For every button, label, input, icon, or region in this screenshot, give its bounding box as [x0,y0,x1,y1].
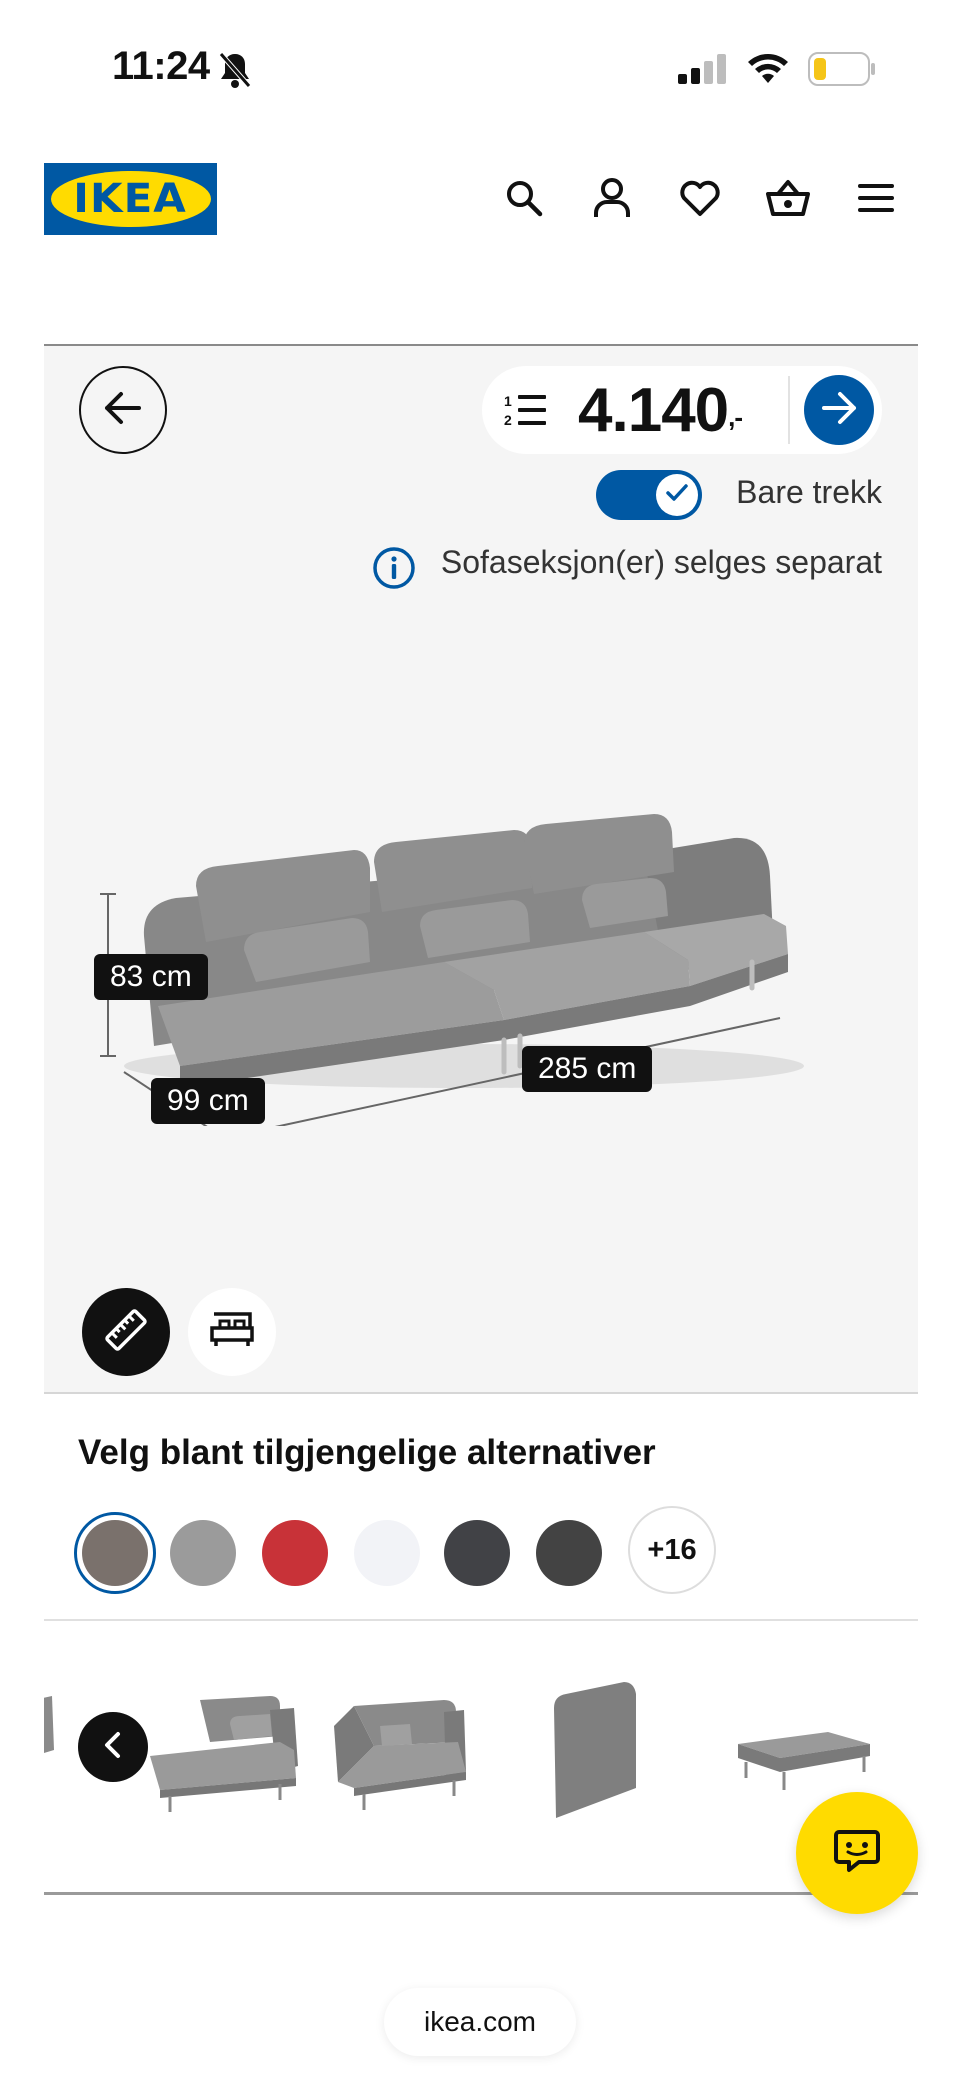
price-summary[interactable]: 12 4.140,- [482,366,882,454]
chat-button[interactable] [796,1792,918,1914]
color-swatch-5[interactable] [444,1520,510,1586]
dimension-width: 285 cm [522,1046,653,1092]
search-icon[interactable] [496,170,552,226]
chat-icon [833,1828,881,1879]
cover-only-toggle[interactable] [596,470,702,520]
heart-icon[interactable] [672,170,728,226]
carousel-item-footstool[interactable] [728,1710,878,1800]
divider [44,1619,918,1621]
toggle-label: Bare trekk [736,474,882,510]
toggle-knob [656,474,698,516]
browser-url-bar[interactable]: ikea.com [384,1988,576,2056]
arrow-left-icon [103,390,143,431]
bell-muted-icon [218,50,252,95]
sections-carousel[interactable] [44,1650,918,1830]
product-stage: 12 4.140,- Bare trekk Sofaseksjon(er) se… [44,344,918,1394]
wifi-icon [746,53,790,90]
color-swatch-2[interactable] [170,1520,236,1586]
more-colors-button[interactable]: +16 [628,1506,716,1594]
svg-text:2: 2 [504,412,512,428]
menu-icon[interactable] [848,170,904,226]
status-icons [678,52,876,91]
signal-icon [678,54,728,89]
carousel-item-partial[interactable] [44,1690,64,1770]
logo-oval: IKEA [50,171,211,227]
price-value: 4.140,- [578,376,743,446]
color-swatch-3[interactable] [262,1520,328,1586]
dimension-depth: 99 cm [151,1078,265,1124]
checkmark-icon [665,483,689,508]
color-swatch-6[interactable] [536,1520,602,1586]
basket-icon[interactable] [760,170,816,226]
carousel-item-backrest[interactable] [544,1678,644,1824]
carousel-item-corner[interactable] [324,1686,474,1816]
ruler-icon [102,1306,150,1359]
price-divider [788,376,790,444]
sofa-image[interactable] [84,766,844,1126]
info-icon[interactable] [372,546,416,595]
price-amount: 4.140 [578,376,729,445]
back-button[interactable] [79,366,167,454]
logo-text: IKEA [73,176,188,222]
color-swatch-4[interactable] [354,1520,420,1586]
ikea-logo[interactable]: IKEA [44,163,217,235]
battery-icon [808,52,876,91]
measurements-button[interactable] [82,1288,170,1376]
svg-text:1: 1 [504,393,512,409]
color-swatch-1[interactable] [82,1520,148,1586]
status-time: 11:24 [112,44,210,88]
carousel-item-chaise[interactable] [130,1686,320,1816]
sofa-bed-icon [208,1310,256,1355]
account-icon[interactable] [584,170,640,226]
chevron-left-icon [101,1730,125,1765]
options-heading: Velg blant tilgjengelige alternativer [78,1433,656,1472]
numbered-list-icon: 12 [504,392,548,433]
carousel-prev-button[interactable] [78,1712,148,1782]
bed-view-button[interactable] [188,1288,276,1376]
divider [44,1892,918,1895]
dimension-height: 83 cm [94,954,208,1000]
arrow-right-icon [820,391,858,430]
price-suffix: ,- [728,402,743,432]
continue-button[interactable] [804,375,874,445]
info-text: Sofaseksjon(er) selges separat [440,544,882,580]
